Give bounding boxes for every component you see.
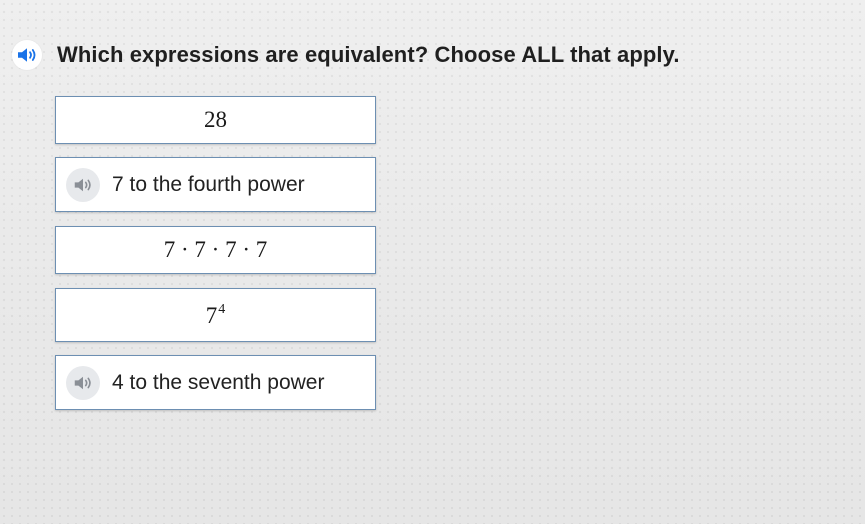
question-header: Which expressions are equivalent? Choose… [12, 38, 680, 72]
choice-28[interactable]: 28 [55, 96, 376, 144]
choice-expression: 74 [206, 302, 226, 329]
read-choice-button[interactable] [66, 365, 100, 400]
choice-7-to-the-fourth-power[interactable]: 7 to the fourth power [55, 157, 376, 212]
speaker-icon [74, 376, 91, 389]
power-exponent: 4 [218, 301, 226, 317]
speaker-icon [18, 48, 36, 62]
choice-label: 7 · 7 · 7 · 7 [163, 237, 268, 262]
read-question-button[interactable] [12, 40, 42, 70]
read-choice-button[interactable] [66, 167, 100, 202]
choice-label: 28 [204, 107, 227, 132]
speaker-icon [74, 178, 91, 191]
choice-product-of-sevens[interactable]: 7 · 7 · 7 · 7 [55, 226, 376, 274]
choice-label: 4 to the seventh power [112, 370, 325, 394]
power-base: 7 [205, 302, 218, 328]
question-prompt: Which expressions are equivalent? Choose… [57, 42, 680, 67]
choice-7-power-4[interactable]: 74 [55, 288, 376, 342]
choice-4-to-the-seventh-power[interactable]: 4 to the seventh power [55, 355, 376, 410]
choice-label: 7 to the fourth power [112, 172, 305, 196]
